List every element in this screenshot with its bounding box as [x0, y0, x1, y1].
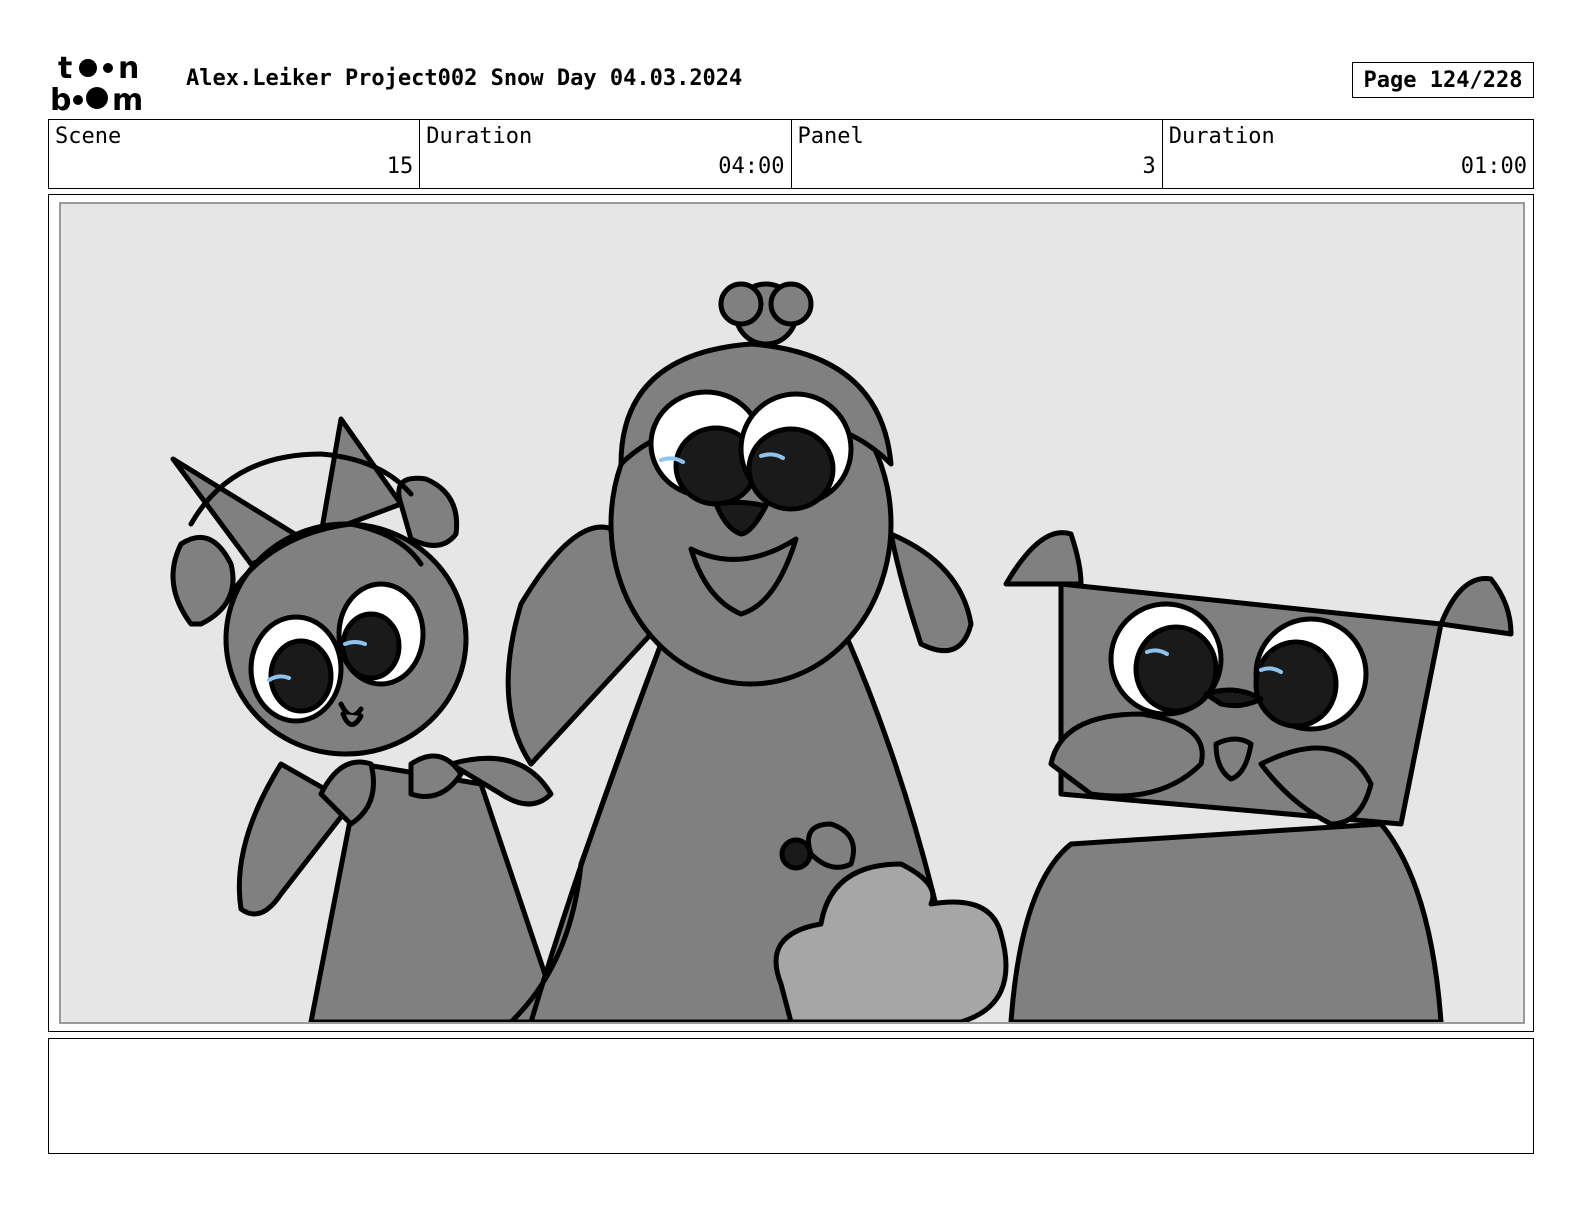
svg-text:t: t [58, 51, 72, 86]
scene-duration-value: 04:00 [718, 154, 785, 179]
panel-value: 3 [1142, 154, 1156, 179]
storyboard-panel [48, 194, 1534, 1032]
scene-value: 15 [386, 154, 414, 179]
cat-character [170, 416, 564, 1022]
svg-text:m: m [112, 83, 143, 112]
scene-duration-label: Duration [426, 124, 533, 149]
panel-duration-label: Duration [1168, 124, 1275, 149]
panel-illustration [170, 281, 1514, 1022]
svg-text:b: b [50, 83, 71, 112]
lamb-character [505, 281, 1009, 1022]
panel-duration-cell: Duration 01:00 [1163, 120, 1533, 188]
info-row: Scene 15 Duration 04:00 Panel 3 Duration… [48, 119, 1534, 189]
document-title: Alex.Leiker Project002 Snow Day 04.03.20… [186, 66, 743, 91]
svg-text:n: n [118, 51, 139, 86]
dog-character [1003, 530, 1514, 1022]
page-number: Page 124/228 [1352, 62, 1534, 98]
scene-duration-cell: Duration 04:00 [420, 120, 792, 188]
panel-notes [48, 1038, 1534, 1154]
scene-cell: Scene 15 [49, 120, 421, 188]
panel-label: Panel [797, 124, 864, 149]
scene-label: Scene [55, 124, 122, 149]
panel-duration-value: 01:00 [1460, 154, 1527, 179]
panel-cell: Panel 3 [792, 120, 1163, 188]
toon-boom-logo: t n b m [50, 51, 143, 112]
panel-drawing-area [59, 202, 1525, 1024]
